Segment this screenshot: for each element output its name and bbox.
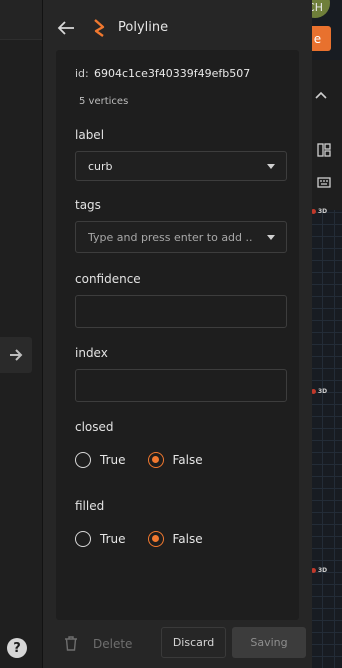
polyline-icon: [94, 19, 105, 37]
trash-icon[interactable]: [64, 635, 78, 652]
label-select[interactable]: curb: [75, 151, 287, 181]
id-label: id:: [75, 67, 89, 80]
tags-placeholder: Type and press enter to add ...: [88, 231, 253, 244]
closed-true-label[interactable]: True: [100, 453, 126, 467]
panel-footer: Delete Discard Saving: [43, 620, 313, 668]
vertex-count: 5 vertices: [79, 96, 129, 107]
chevron-up-icon[interactable]: [314, 90, 328, 100]
label-select-value: curb: [88, 160, 113, 173]
filled-false-radio[interactable]: [147, 531, 164, 547]
index-field-label: index: [75, 346, 108, 360]
badge-3d: 3D: [311, 567, 327, 574]
panel-header: Polyline: [43, 0, 313, 50]
closed-false-radio[interactable]: [147, 452, 164, 468]
background-left-pane: [0, 0, 44, 668]
tags-input[interactable]: Type and press enter to add ...: [75, 221, 287, 253]
delete-button[interactable]: Delete: [93, 637, 132, 651]
filled-true-radio[interactable]: [75, 531, 91, 547]
filled-radio-group: True False: [75, 529, 203, 549]
discard-button[interactable]: Discard: [161, 627, 226, 658]
label-editor-panel: Polyline id: 6904c1ce3f40339f49efb507 5 …: [42, 0, 312, 668]
screen: ? CH e 3D 3D 3D Polyline id: 6904c1ce3f4…: [0, 0, 342, 668]
badge-3d: 3D: [311, 388, 327, 395]
tags-field-label: tags: [75, 198, 101, 212]
closed-field-label: closed: [75, 420, 114, 434]
confidence-input[interactable]: [75, 295, 287, 328]
background-left-toolbar: [0, 0, 44, 40]
help-button[interactable]: ?: [7, 638, 27, 658]
chevron-down-icon: [267, 164, 275, 169]
label-id: 6904c1ce3f40339f49efb507: [94, 67, 251, 80]
closed-true-radio[interactable]: [75, 452, 91, 468]
label-field-label: label: [75, 128, 105, 142]
chevron-down-icon: [267, 235, 275, 240]
filled-true-label[interactable]: True: [100, 532, 126, 546]
arrow-left-icon[interactable]: [56, 18, 76, 38]
badge-3d: 3D: [311, 208, 327, 215]
fields-card: id: 6904c1ce3f40339f49efb507 5 vertices …: [56, 50, 299, 620]
index-input[interactable]: [75, 369, 287, 402]
closed-radio-group: True False: [75, 450, 203, 470]
panel-title: Polyline: [118, 20, 169, 35]
keyboard-icon[interactable]: [317, 175, 331, 189]
layout-icon[interactable]: [317, 143, 331, 157]
arrow-right-icon: [10, 349, 23, 361]
background-grid: [310, 200, 342, 668]
confidence-field-label: confidence: [75, 272, 141, 286]
filled-field-label: filled: [75, 499, 105, 513]
saving-button[interactable]: Saving: [232, 627, 306, 658]
closed-false-label[interactable]: False: [173, 453, 203, 467]
filled-false-label[interactable]: False: [173, 532, 203, 546]
expand-sidebar-button[interactable]: [0, 337, 32, 373]
